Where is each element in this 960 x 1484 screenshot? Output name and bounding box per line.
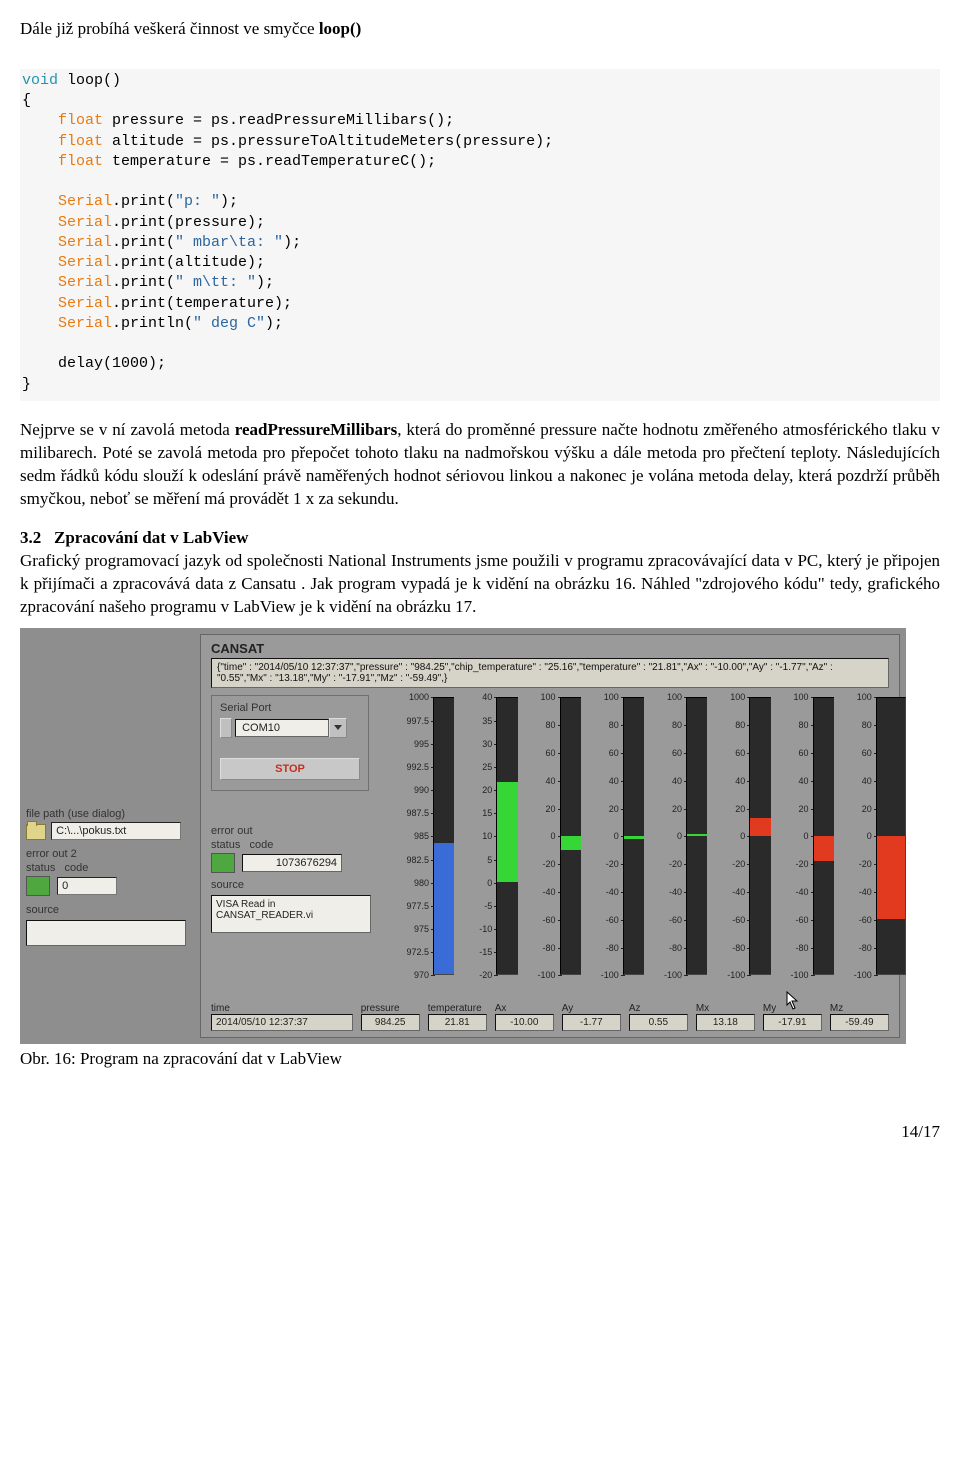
left-status-label: status	[26, 862, 55, 874]
time-label: time	[211, 1003, 353, 1014]
field-My: My-17.91	[763, 1003, 822, 1031]
error-out-label: error out	[211, 825, 371, 837]
file-path-label: file path (use dialog)	[26, 808, 186, 820]
source-field[interactable]: VISA Read in CANSAT_READER.vi	[211, 895, 371, 933]
intro-text: Dále již probíhá veškerá činnost ve smyč…	[20, 18, 940, 41]
error-code-field[interactable]: 1073676294	[242, 854, 342, 872]
code-block: void loop() { float pressure = ps.readPr…	[20, 69, 940, 401]
field-Az: Az0.55	[629, 1003, 688, 1031]
intro-span: Dále již probíhá veškerá činnost ve smyč…	[20, 19, 319, 38]
gauge-row: 1000997.5995992.5990987.5985982.5980977.…	[391, 697, 889, 991]
gauge-My: 100806040200-20-40-60-80-100	[771, 697, 826, 991]
paragraph-1: Nejprve se v ní zavolá metoda readPressu…	[20, 419, 940, 511]
serial-port-select[interactable]: COM10	[235, 719, 329, 737]
labview-panel: file path (use dialog) C:\...\pokus.txt …	[20, 628, 906, 1044]
left-code-value[interactable]: 0	[57, 877, 117, 895]
field-Ay: Ay-1.77	[562, 1003, 621, 1031]
section-number: 3.2	[20, 528, 41, 547]
gauge-pressure: 1000997.5995992.5990987.5985982.5980977.…	[391, 697, 446, 991]
serial-port-box: Serial Port COM10 STOP	[211, 695, 369, 791]
cansat-title: CANSAT	[211, 641, 889, 656]
folder-icon[interactable]	[26, 824, 46, 840]
code-label: code	[250, 839, 274, 851]
gauge-Ay: 100806040200-20-40-60-80-100	[581, 697, 636, 991]
serial-port-label: Serial Port	[220, 702, 360, 714]
error-out-2-label: error out 2	[26, 848, 186, 860]
p1b: readPressureMillibars	[235, 420, 397, 439]
field-Mx: Mx13.18	[696, 1003, 755, 1031]
left-source-label: source	[26, 904, 186, 916]
gauge-Ax: 100806040200-20-40-60-80-100	[518, 697, 573, 991]
labview-main: CANSAT {"time" : "2014/05/10 12:37:37","…	[200, 634, 900, 1038]
gauge-Mx: 100806040200-20-40-60-80-100	[707, 697, 762, 991]
source-label: source	[211, 879, 371, 891]
time-value: 2014/05/10 12:37:37	[211, 1014, 353, 1031]
field-Ax: Ax-10.00	[495, 1003, 554, 1031]
section-heading: 3.2 Zpracování dat v LabView Grafický pr…	[20, 527, 940, 619]
intro-bold: loop()	[319, 19, 362, 38]
left-code-label: code	[65, 862, 89, 874]
gauge-Mz: 100806040200-20-40-60-80-100	[834, 697, 889, 991]
status-indicator-left	[26, 876, 50, 896]
left-side-panel: file path (use dialog) C:\...\pokus.txt …	[26, 808, 186, 954]
status-label: status	[211, 839, 240, 851]
file-path-input[interactable]: C:\...\pokus.txt	[51, 822, 181, 840]
stop-button[interactable]: STOP	[220, 758, 360, 780]
field-Mz: Mz-59.49	[830, 1003, 889, 1031]
gauge-Az: 100806040200-20-40-60-80-100	[644, 697, 699, 991]
paragraph-2: Grafický programovací jazyk od společnos…	[20, 551, 940, 616]
field-temperature: temperature21.81	[428, 1003, 487, 1031]
log-output: {"time" : "2014/05/10 12:37:37","pressur…	[211, 658, 889, 688]
figure-caption: Obr. 16: Program na zpracování dat v Lab…	[20, 1048, 940, 1071]
bottom-value-row: time2014/05/10 12:37:37 pressure984.25 tem…	[211, 1003, 889, 1031]
error-out-box: error out status code 1073676294 source …	[211, 825, 371, 933]
chevron-down-icon[interactable]	[329, 718, 347, 738]
left-source-field[interactable]	[26, 920, 186, 946]
gauge-temperature: 4035302520151050-5-10-15-20	[454, 697, 509, 991]
serial-scroll-icon[interactable]	[220, 718, 232, 738]
status-indicator	[211, 853, 235, 873]
field-pressure: pressure984.25	[361, 1003, 420, 1031]
page-number: 14/17	[20, 1121, 940, 1144]
p1a: Nejprve se v ní zavolá metoda	[20, 420, 235, 439]
section-title: Zpracování dat v LabView	[54, 528, 248, 547]
